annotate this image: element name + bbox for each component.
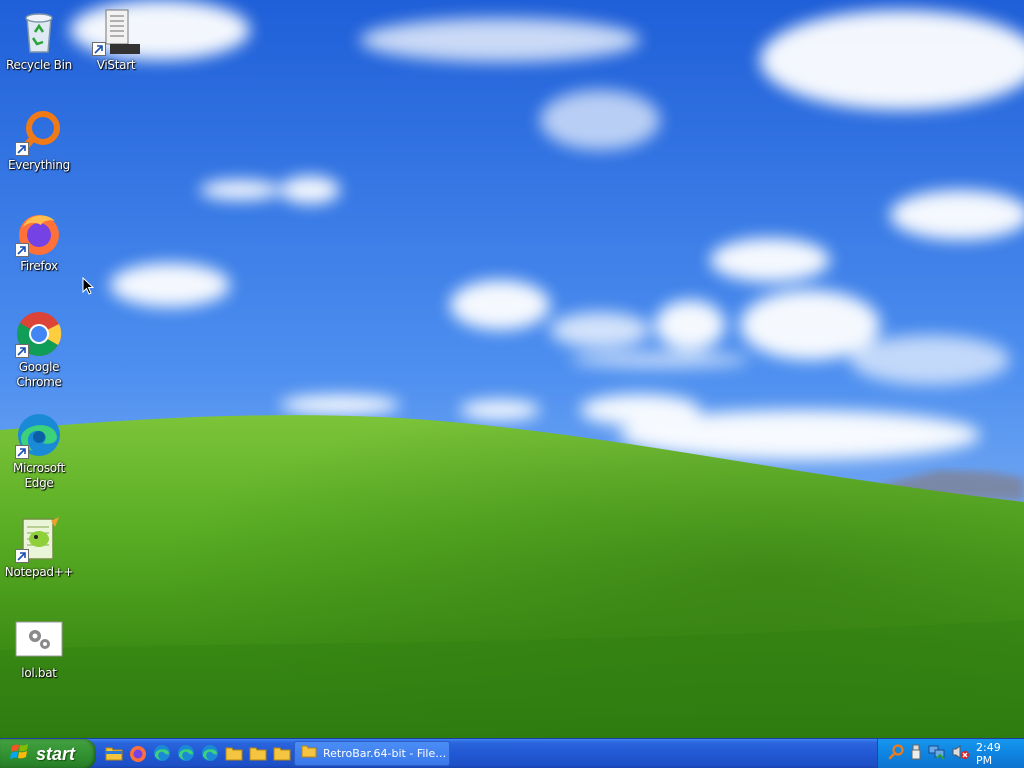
shortcut-arrow-icon (15, 243, 29, 257)
folder-icon[interactable] (248, 743, 268, 763)
notepadpp-icon (15, 515, 63, 563)
edge-icon[interactable] (200, 743, 220, 763)
quick-launch-bar (104, 743, 292, 765)
edge-icon (15, 411, 63, 459)
desktop-icon-notepadpp[interactable]: Notepad++ (3, 515, 75, 580)
network-icon[interactable] (928, 744, 946, 765)
taskbar-window-button[interactable]: RetroBar.64-bit - File E... (294, 741, 450, 766)
windows-logo-icon (10, 742, 30, 767)
start-button[interactable]: start (0, 739, 96, 768)
usb-icon[interactable] (910, 744, 922, 765)
batch-file-icon (15, 616, 63, 664)
desktop-icon-label: Everything (8, 158, 70, 172)
desktop-icon-lol-bat[interactable]: lol.bat (3, 616, 75, 681)
desktop-icon-recycle-bin[interactable]: Recycle Bin (3, 8, 75, 73)
recycle-bin-icon (15, 8, 63, 56)
desktop-icon-label: ViStart (96, 58, 136, 72)
system-tray: 2:49 PM (877, 739, 1024, 768)
shortcut-arrow-icon (15, 445, 29, 459)
desktop-icon-microsoft-edge[interactable]: Microsoft Edge (3, 411, 75, 491)
taskbar: start RetroBar.64-bit - File E... 2:49 P… (0, 738, 1024, 768)
taskbar-window-label: RetroBar.64-bit - File E... (323, 747, 447, 760)
edge-icon[interactable] (152, 743, 172, 763)
chrome-icon (15, 310, 63, 358)
folder-icon[interactable] (224, 743, 244, 763)
desktop-wallpaper (0, 0, 1024, 738)
desktop-icon-google-chrome[interactable]: Google Chrome (3, 310, 75, 390)
folder-icon (301, 744, 317, 763)
shortcut-arrow-icon (15, 344, 29, 358)
desktop-icon-label: Notepad++ (4, 565, 74, 579)
shortcut-arrow-icon (15, 142, 29, 156)
everything-search-icon (15, 108, 63, 156)
firefox-icon (15, 209, 63, 257)
folder-icon[interactable] (272, 743, 292, 763)
desktop-icon-label: Microsoft Edge (13, 461, 65, 490)
desktop-icon-label: Recycle Bin (6, 58, 72, 72)
clock[interactable]: 2:49 PM (976, 741, 1012, 767)
desktop-icon-firefox[interactable]: Firefox (3, 209, 75, 274)
edge-icon[interactable] (176, 743, 196, 763)
everything-search-icon[interactable] (888, 743, 904, 765)
firefox-icon[interactable] (128, 743, 148, 763)
shortcut-arrow-icon (15, 549, 29, 563)
start-button-label: start (36, 743, 76, 764)
desktop-icon-vistart[interactable]: ViStart (80, 8, 152, 73)
vistart-icon (92, 8, 140, 56)
file-explorer-icon[interactable] (104, 743, 124, 763)
desktop-icon-label: Firefox (20, 259, 58, 273)
desktop-icon-label: Google Chrome (16, 360, 62, 389)
mouse-cursor-icon (82, 276, 95, 300)
desktop-icon-everything[interactable]: Everything (3, 108, 75, 173)
desktop-icon-label: lol.bat (21, 666, 57, 680)
volume-muted-icon[interactable] (952, 744, 970, 765)
shortcut-arrow-icon (92, 42, 106, 56)
